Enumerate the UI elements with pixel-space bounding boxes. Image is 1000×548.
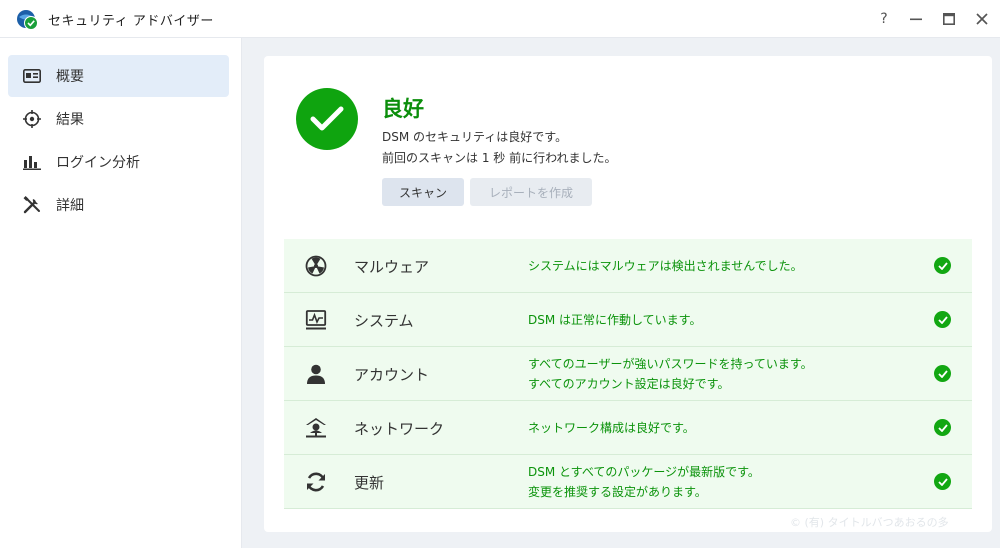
check-name: アカウント <box>354 366 430 384</box>
maximize-button[interactable] <box>936 6 962 32</box>
check-message-line: すべてのユーザーが強いパスワードを持っています。 <box>528 357 813 371</box>
check-name: マルウェア <box>354 258 430 276</box>
check-message: すべてのユーザーが強いパスワードを持っています。 すべてのアカウント設定は良好で… <box>528 354 908 394</box>
minimize-button[interactable] <box>903 6 929 32</box>
window-title: セキュリティ アドバイザー <box>48 14 214 29</box>
check-name: ネットワーク <box>354 420 445 438</box>
check-row-network: ネットワーク ネットワーク構成は良好です。 <box>284 401 972 455</box>
check-ok-icon <box>934 473 951 490</box>
check-row-system: システム DSM は正常に作動しています。 <box>284 293 972 347</box>
sidebar: 概要 結果 ログイン分析 詳細 <box>0 38 242 548</box>
minimize-icon <box>910 18 922 21</box>
check-message: DSM は正常に作動しています。 <box>528 310 908 330</box>
check-message-line: DSM とすべてのパッケージが最新版です。 <box>528 465 760 479</box>
check-message-line: DSM は正常に作動しています。 <box>528 313 702 327</box>
check-ok-icon <box>934 365 951 382</box>
watermark-text: © (有) タイトルバつあおるの多 <box>790 516 949 529</box>
scan-button[interactable]: スキャン <box>382 178 464 206</box>
refresh-icon <box>304 470 328 494</box>
check-ok-icon <box>934 311 951 328</box>
check-row-malware: マルウェア システムにはマルウェアは検出されませんでした。 <box>284 239 972 293</box>
check-message: ネットワーク構成は良好です。 <box>528 418 908 438</box>
sidebar-item-label: 結果 <box>56 112 84 128</box>
close-button[interactable] <box>969 6 995 32</box>
check-message-line: ネットワーク構成は良好です。 <box>528 421 695 435</box>
sidebar-item-overview[interactable]: 概要 <box>8 55 229 97</box>
biohazard-icon <box>304 254 328 278</box>
sidebar-item-label: 詳細 <box>56 198 84 214</box>
status-title: 良好 <box>382 97 424 121</box>
app-logo-icon <box>16 8 38 30</box>
main-content: 良好 DSM のセキュリティは良好です。 前回のスキャンは 1 秒 前に行われま… <box>242 38 1000 548</box>
close-icon <box>976 13 988 25</box>
check-results-list: マルウェア システムにはマルウェアは検出されませんでした。 システム DSM は… <box>284 239 972 509</box>
system-monitor-icon <box>304 308 328 332</box>
overview-card: 良好 DSM のセキュリティは良好です。 前回のスキャンは 1 秒 前に行われま… <box>264 56 992 532</box>
check-message-line: すべてのアカウント設定は良好です。 <box>528 377 730 391</box>
sidebar-item-label: 概要 <box>56 69 84 85</box>
check-ok-icon <box>934 257 951 274</box>
network-icon <box>304 416 328 440</box>
user-icon <box>304 362 328 386</box>
status-description: DSM のセキュリティは良好です。 <box>382 130 568 144</box>
check-row-update: 更新 DSM とすべてのパッケージが最新版です。 変更を推奨する設定があります。 <box>284 455 972 509</box>
help-button[interactable]: ? <box>871 6 897 32</box>
sidebar-item-login-analysis[interactable]: ログイン分析 <box>8 141 229 183</box>
check-message-line: システムにはマルウェアは検出されませんでした。 <box>528 259 803 273</box>
bar-chart-icon <box>22 152 42 172</box>
maximize-icon <box>943 13 955 25</box>
check-message: システムにはマルウェアは検出されませんでした。 <box>528 256 908 276</box>
tools-icon <box>22 195 42 215</box>
check-name: 更新 <box>354 474 385 492</box>
sidebar-item-label: ログイン分析 <box>56 155 140 171</box>
overview-card-icon <box>22 66 42 86</box>
check-row-account: アカウント すべてのユーザーが強いパスワードを持っています。 すべてのアカウント… <box>284 347 972 401</box>
check-ok-icon <box>934 419 951 436</box>
check-name: システム <box>354 312 414 330</box>
sidebar-item-details[interactable]: 詳細 <box>8 184 229 226</box>
last-scan-text: 前回のスキャンは 1 秒 前に行われました。 <box>382 151 617 165</box>
crosshair-icon <box>22 109 42 129</box>
check-message-line: 変更を推奨する設定があります。 <box>528 485 707 499</box>
create-report-button[interactable]: レポートを作成 <box>470 178 592 206</box>
title-bar: セキュリティ アドバイザー ? <box>0 0 1000 38</box>
sidebar-item-results[interactable]: 結果 <box>8 98 229 140</box>
check-message: DSM とすべてのパッケージが最新版です。 変更を推奨する設定があります。 <box>528 462 908 502</box>
status-ok-icon <box>296 88 358 150</box>
